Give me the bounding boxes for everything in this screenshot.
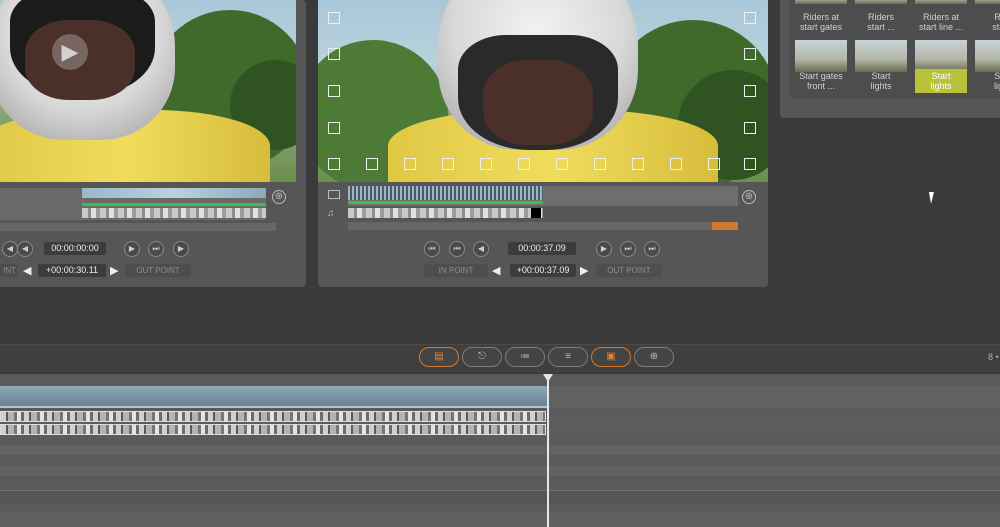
zoom-icon: ⊕: [649, 351, 659, 362]
record-step-back-button[interactable]: ◀: [473, 241, 489, 257]
storyboard-view-button[interactable]: ▤: [419, 347, 459, 367]
source-position-bar[interactable]: [0, 223, 276, 231]
record-prev-frame-button[interactable]: ⏮: [449, 241, 465, 257]
source-video-track: [82, 188, 266, 198]
safe-area-marker: [518, 158, 530, 170]
source-timecode: 00:00:00:00: [44, 242, 106, 255]
lock-button[interactable]: ▣: [591, 347, 631, 367]
record-to-start-button[interactable]: ⏮: [424, 241, 440, 257]
library-item-label[interactable]: Staligh: [973, 71, 1000, 91]
library-item-label[interactable]: Riders at start line ...: [913, 12, 969, 32]
library-item-label[interactable]: Riders at start gates: [793, 12, 849, 32]
source-viewer-panel: ▶ ⊕ ◀ ◀ 00:00:00:00 ▶ ⏭ ▶ INT ◀ +00:00:3…: [0, 0, 306, 287]
trim-in-button[interactable]: ⎋: [462, 347, 502, 367]
mouse-cursor-icon: [928, 192, 941, 204]
record-position-bar[interactable]: [348, 222, 738, 230]
safe-area-marker: [328, 48, 340, 60]
library-item-label[interactable]: Start lights: [853, 71, 909, 91]
trim-both-button[interactable]: ≡: [548, 347, 588, 367]
record-zoom-icon[interactable]: ⊕: [742, 190, 756, 204]
library-thumb[interactable]: [855, 40, 907, 72]
safe-area-marker: [744, 85, 756, 97]
record-play-button[interactable]: ▶: [596, 241, 612, 257]
track-lane: [0, 512, 1000, 527]
record-to-end-button[interactable]: ⏭: [644, 241, 660, 257]
track-lane: [0, 445, 1000, 455]
record-timecode: 00:00:37.09: [508, 242, 576, 255]
record-in-arrow-icon: ◀: [492, 265, 501, 277]
track-lane: [0, 466, 1000, 476]
source-zoom-icon[interactable]: ⊕: [272, 190, 286, 204]
library-thumb[interactable]: [795, 40, 847, 72]
record-viewer-panel: ♫ ⊕ ⏮ ⏮ ◀ 00:00:37.09 ▶ ⏭ ⏭ IN POINT ◀ +…: [318, 0, 768, 287]
source-step-forward-button[interactable]: ⏭: [148, 241, 164, 257]
library-thumb[interactable]: [855, 0, 907, 4]
library-thumb[interactable]: [915, 40, 967, 72]
source-duration: +00:00:30.11: [38, 264, 106, 277]
safe-area-marker: [442, 158, 454, 170]
safe-area-marker: [708, 158, 720, 170]
record-duration: +00:00:37.09: [510, 264, 576, 277]
timeline-zoom-button[interactable]: ⊕: [634, 347, 674, 367]
source-step-back-button[interactable]: ◀: [17, 241, 33, 257]
safe-area-marker: [744, 122, 756, 134]
source-out-point-button[interactable]: OUT POINT: [125, 264, 191, 277]
source-audio-bar: [82, 203, 266, 206]
safe-area-marker: [404, 158, 416, 170]
source-prev-frame-button[interactable]: ◀: [2, 241, 18, 257]
record-audio-waveform: [348, 208, 543, 218]
monitor-icon[interactable]: [328, 190, 340, 199]
source-in-arrow-icon: ◀: [23, 265, 32, 277]
source-audio-waveform: [82, 208, 266, 218]
record-out-point-button[interactable]: OUT POINT: [596, 264, 662, 277]
timeline-playhead[interactable]: [547, 374, 549, 527]
lock-icon: ▣: [606, 351, 616, 362]
safe-area-marker: [594, 158, 606, 170]
library-item-label[interactable]: Riders start ...: [853, 12, 909, 32]
timeline-playhead-handle[interactable]: [543, 374, 553, 382]
play-overlay-icon[interactable]: ▶: [52, 34, 88, 70]
source-play-button[interactable]: ▶: [124, 241, 140, 257]
library-item-label-selected[interactable]: Start lights: [915, 69, 967, 93]
record-position-indicator[interactable]: [712, 222, 738, 230]
record-video-track: [348, 186, 543, 200]
toolbar-right-label: 8 •: [988, 352, 999, 362]
safe-area-marker: [328, 158, 340, 170]
safe-area-marker: [328, 12, 340, 24]
safe-area-marker: [744, 158, 756, 170]
safe-area-marker: [480, 158, 492, 170]
record-audio-bar: [348, 201, 543, 204]
audio-clip-left[interactable]: [0, 411, 546, 422]
trim-out-button[interactable]: ≔: [505, 347, 545, 367]
safe-area-marker: [670, 158, 682, 170]
playhead-marker[interactable]: [531, 208, 541, 218]
source-out-arrow-icon: ▶: [110, 265, 119, 277]
record-step-forward-button[interactable]: ⏭: [620, 241, 636, 257]
library-panel: Riders at start gates Riders start ... Rid…: [780, 0, 1000, 118]
safe-area-marker: [556, 158, 568, 170]
library-thumb[interactable]: [915, 0, 967, 4]
audio-clip-right[interactable]: [0, 424, 546, 435]
source-in-point-button[interactable]: INT: [0, 264, 18, 277]
track-lane: [0, 490, 1000, 505]
library-thumb[interactable]: [795, 0, 847, 4]
record-in-point-button[interactable]: IN POINT: [424, 264, 488, 277]
record-video-frame[interactable]: [318, 0, 768, 182]
record-out-arrow-icon: ▶: [580, 265, 589, 277]
volume-icon[interactable]: ♫: [327, 208, 335, 219]
safe-area-marker: [328, 122, 340, 134]
library-item-label[interactable]: Ridstart: [973, 12, 1000, 32]
library-thumb[interactable]: [975, 0, 1000, 4]
safe-area-marker: [328, 85, 340, 97]
source-video-frame[interactable]: ▶: [0, 0, 296, 182]
video-clip[interactable]: [0, 386, 547, 408]
library-thumb[interactable]: [975, 40, 1000, 72]
safe-area-marker: [744, 12, 756, 24]
library-item-label[interactable]: Start gates front ...: [793, 71, 849, 91]
safe-area-marker: [366, 158, 378, 170]
source-next-frame-button[interactable]: ▶: [173, 241, 189, 257]
safe-area-marker: [744, 48, 756, 60]
safe-area-marker: [632, 158, 644, 170]
